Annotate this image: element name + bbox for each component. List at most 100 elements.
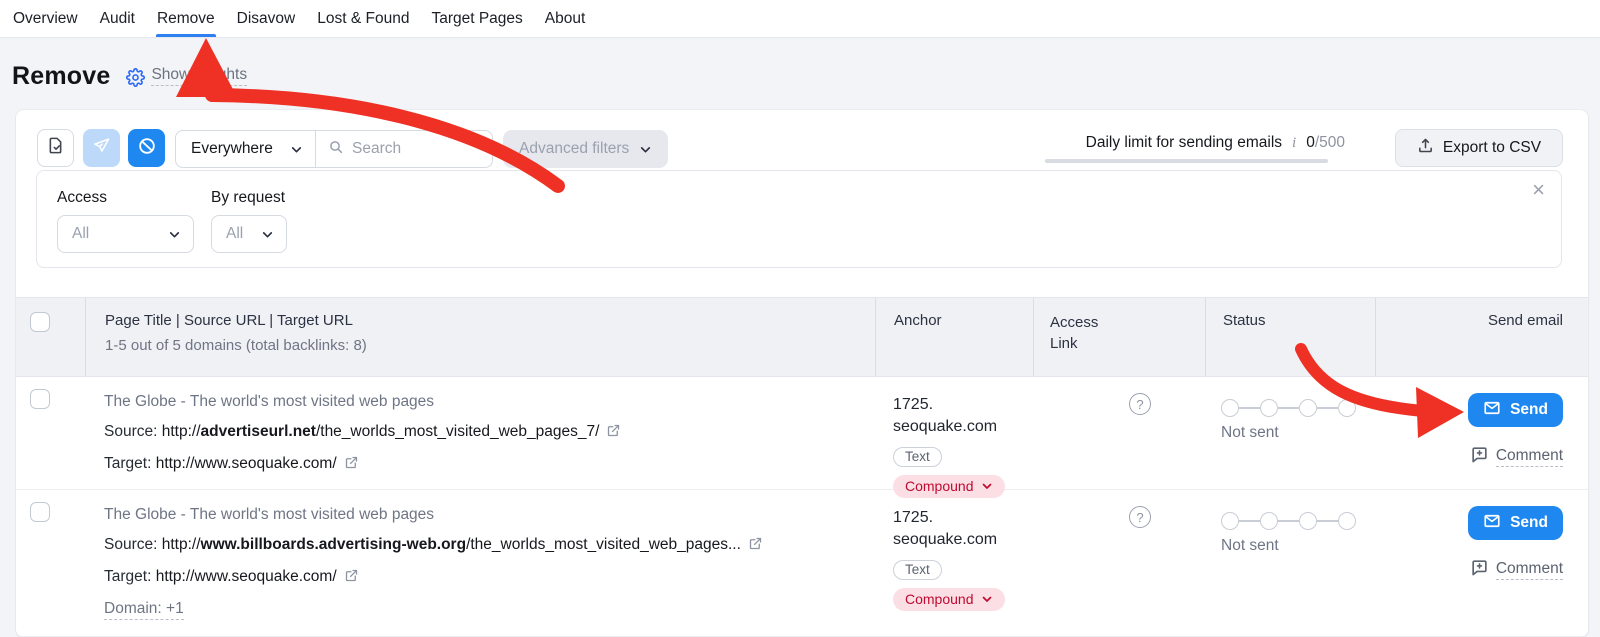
block-icon: [137, 136, 157, 161]
column-header-access-link: Access Link: [1050, 312, 1112, 354]
status-stepper: [1221, 399, 1356, 417]
external-link-icon[interactable]: [344, 457, 359, 474]
status-text: Not sent: [1221, 424, 1375, 442]
search-input[interactable]: [352, 140, 492, 158]
source-url-line: Source: http://www.billboards.advertisin…: [104, 530, 875, 562]
step-circle: [1338, 399, 1356, 417]
target-url: http://www.seoquake.com/: [156, 455, 337, 472]
tab-disavow[interactable]: Disavow: [236, 0, 297, 37]
gear-icon: [126, 68, 145, 87]
search-group: Everywhere: [175, 130, 493, 168]
page-header: Remove Show insights: [0, 38, 1600, 94]
chevron-down-icon: [168, 228, 181, 241]
limit-total: /500: [1315, 134, 1345, 151]
target-url-line: Target: http://www.seoquake.com/: [104, 562, 875, 594]
page-title-text: The Globe - The world's most visited web…: [104, 500, 875, 530]
status-text: Not sent: [1221, 537, 1375, 555]
column-header-page-title: Page Title | Source URL | Target URL: [105, 312, 875, 329]
tab-audit[interactable]: Audit: [99, 0, 136, 37]
comment-label: Comment: [1496, 560, 1563, 580]
daily-limit-value: 0/500: [1306, 134, 1345, 152]
external-link-icon[interactable]: [344, 570, 359, 587]
row-checkbox[interactable]: [30, 502, 50, 522]
send-emails-button[interactable]: [83, 129, 120, 167]
source-domain: www.billboards.advertising-web.org: [201, 536, 467, 553]
page-title: Remove: [12, 62, 110, 91]
paper-plane-icon: [92, 136, 111, 160]
source-url-line: Source: http://advertiseurl.net/the_worl…: [104, 417, 875, 449]
external-link-icon[interactable]: [748, 538, 763, 555]
target-url: http://www.seoquake.com/: [156, 568, 337, 585]
limit-used: 0: [1306, 134, 1315, 151]
column-header-send-email: Send email: [1375, 298, 1588, 376]
source-prefix: http://: [162, 536, 201, 553]
close-icon[interactable]: ×: [1532, 179, 1545, 201]
by-request-filter-value: All: [226, 225, 243, 243]
question-icon[interactable]: ?: [1129, 506, 1151, 528]
tab-remove[interactable]: Remove: [156, 0, 216, 37]
block-button[interactable]: [128, 129, 165, 167]
envelope-icon: [1483, 512, 1501, 535]
daily-limit-progressbar: [1045, 159, 1328, 163]
export-icon: [1417, 137, 1434, 159]
anchor-text: 1725. seoquake.com: [893, 507, 1033, 551]
external-link-icon[interactable]: [606, 425, 621, 442]
access-filter-label: Access: [57, 189, 107, 207]
source-path: /the_worlds_most_visited_web_pages...: [466, 536, 741, 553]
info-icon[interactable]: i: [1290, 135, 1298, 152]
chevron-down-icon: [639, 143, 652, 156]
table-summary: 1-5 out of 5 domains (total backlinks: 8…: [105, 337, 875, 354]
daily-limit-label: Daily limit for sending emails: [1086, 134, 1282, 152]
anchor-category-badge[interactable]: Compound: [893, 588, 1005, 611]
tab-lost-and-found[interactable]: Lost & Found: [316, 0, 410, 37]
advanced-filters-button[interactable]: Advanced filters: [503, 130, 668, 168]
tab-target-pages[interactable]: Target Pages: [430, 0, 523, 37]
anchor-category-label: Compound: [905, 591, 974, 607]
advanced-filters-label: Advanced filters: [519, 140, 629, 158]
comment-icon: [1470, 445, 1489, 469]
top-nav: Overview Audit Remove Disavow Lost & Fou…: [0, 0, 1600, 38]
document-check-icon: [46, 136, 65, 160]
send-button[interactable]: Send: [1468, 393, 1563, 427]
table-header: Page Title | Source URL | Target URL 1-5…: [16, 297, 1588, 377]
search-icon: [328, 139, 344, 160]
main-panel: Everywhere Advanced filters Daily limit …: [16, 110, 1588, 637]
send-button[interactable]: Send: [1468, 506, 1563, 540]
by-request-filter-label: By request: [211, 189, 285, 207]
anchor-text: 1725. seoquake.com: [893, 394, 1033, 438]
tab-overview[interactable]: Overview: [12, 0, 79, 37]
target-label: Target:: [104, 455, 156, 472]
filters-panel: Access All By request All ×: [36, 170, 1562, 268]
table-row: The Globe - The world's most visited web…: [16, 377, 1588, 490]
column-header-anchor: Anchor: [875, 298, 1033, 376]
report-button[interactable]: [37, 129, 74, 167]
tab-about[interactable]: About: [544, 0, 587, 37]
daily-limit: Daily limit for sending emails i 0/500: [1029, 134, 1345, 163]
comment-label: Comment: [1496, 447, 1563, 467]
domain-more-link[interactable]: Domain: +1: [104, 599, 184, 620]
row-checkbox[interactable]: [30, 389, 50, 409]
comment-icon: [1470, 558, 1489, 582]
chevron-down-icon: [290, 143, 303, 156]
chevron-down-icon: [981, 593, 993, 605]
step-circle: [1260, 399, 1278, 417]
export-label: Export to CSV: [1443, 139, 1541, 157]
target-url-line: Target: http://www.seoquake.com/: [104, 449, 875, 481]
select-all-checkbox[interactable]: [30, 312, 50, 332]
show-insights-link[interactable]: Show insights: [151, 66, 247, 86]
comment-link[interactable]: Comment: [1470, 445, 1563, 469]
scope-select[interactable]: Everywhere: [176, 131, 316, 167]
by-request-filter-select[interactable]: All: [211, 215, 287, 253]
export-csv-button[interactable]: Export to CSV: [1395, 129, 1563, 167]
status-stepper: [1221, 512, 1356, 530]
anchor-type-badge: Text: [893, 447, 942, 467]
source-prefix: http://: [162, 423, 201, 440]
question-icon[interactable]: ?: [1129, 393, 1151, 415]
envelope-icon: [1483, 399, 1501, 422]
step-circle: [1260, 512, 1278, 530]
comment-link[interactable]: Comment: [1470, 558, 1563, 582]
target-label: Target:: [104, 568, 156, 585]
access-filter-select[interactable]: All: [57, 215, 194, 253]
chevron-down-icon: [261, 228, 274, 241]
step-circle: [1221, 399, 1239, 417]
